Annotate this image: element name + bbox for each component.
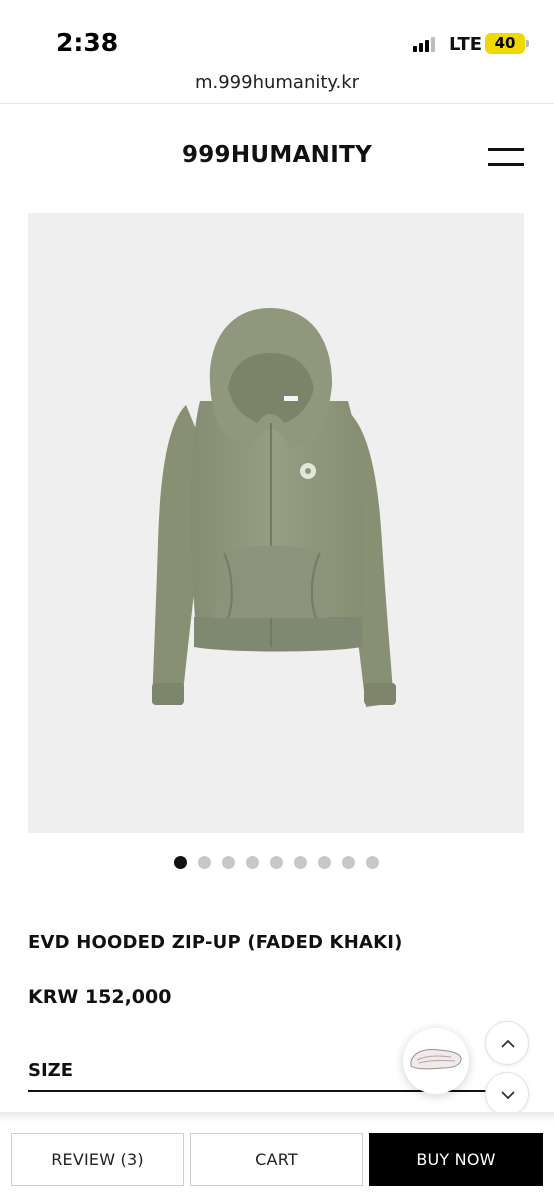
carousel-dot[interactable]: [198, 856, 211, 869]
product-name: EVD HOODED ZIP-UP (FADED KHAKI): [28, 932, 403, 953]
carousel-dot[interactable]: [246, 856, 259, 869]
review-button[interactable]: REVIEW (3): [11, 1133, 184, 1186]
cart-button[interactable]: CART: [190, 1133, 363, 1186]
action-bar-shadow: [0, 1112, 554, 1122]
carousel-dot[interactable]: [318, 856, 331, 869]
carousel-dot[interactable]: [342, 856, 355, 869]
recent-item-thumbnail[interactable]: [403, 1028, 469, 1094]
scroll-down-button[interactable]: [485, 1072, 529, 1116]
shoe-thumbnail-icon: [410, 1049, 462, 1070]
signal-strength-icon: [413, 36, 439, 52]
network-type: LTE: [449, 34, 483, 55]
carousel-dot[interactable]: [174, 856, 187, 869]
url-bar[interactable]: m.999humanity.kr: [0, 72, 554, 102]
product-image[interactable]: [28, 213, 524, 833]
battery-tip: [526, 40, 529, 47]
scroll-up-button[interactable]: [485, 1021, 529, 1065]
product-price: KRW 152,000: [28, 986, 172, 1008]
url-divider: [0, 103, 554, 104]
status-bar: 2:38 LTE 40: [0, 0, 554, 72]
battery-icon: 40: [485, 33, 525, 54]
carousel-dot[interactable]: [366, 856, 379, 869]
carousel-dot[interactable]: [270, 856, 283, 869]
chevron-up-icon: [501, 1039, 515, 1048]
carousel-dot[interactable]: [294, 856, 307, 869]
hamburger-menu-icon[interactable]: [486, 145, 526, 169]
brand-logo[interactable]: 999HUMANITY: [0, 142, 554, 168]
carousel-dot[interactable]: [222, 856, 235, 869]
hoodie-illustration: [152, 308, 396, 707]
status-time: 2:38: [56, 28, 119, 57]
buy-now-button[interactable]: BUY NOW: [369, 1133, 543, 1186]
size-selector-label[interactable]: SIZE: [28, 1060, 73, 1081]
chevron-down-icon: [501, 1091, 515, 1100]
